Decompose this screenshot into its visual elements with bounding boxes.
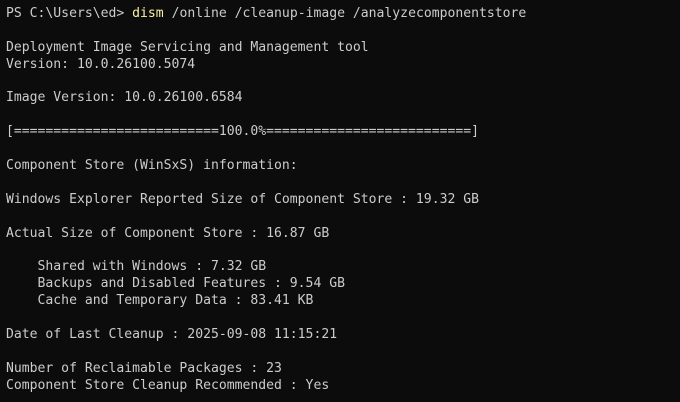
terminal-output: PS C:\Users\ed> dism /online /cleanup-im…	[6, 6, 680, 394]
command-name: dism	[132, 6, 164, 21]
recommended-line: Component Store Cleanup Recommended : Ye…	[6, 377, 330, 393]
shared-size-line: Shared with Windows : 7.32 GB	[6, 259, 267, 275]
explorer-size-line: Windows Explorer Reported Size of Compon…	[6, 191, 479, 207]
cache-size-line: Cache and Temporary Data : 83.41 KB	[6, 293, 314, 309]
terminal-window[interactable]: PS C:\Users\ed> dism /online /cleanup-im…	[0, 0, 680, 402]
backups-size-line: Backups and Disabled Features : 9.54 GB	[6, 276, 345, 292]
prompt-line: PS C:\Users\ed> dism /online /cleanup-im…	[6, 6, 680, 23]
command-args: /online /cleanup-image /analyzecomponent…	[163, 6, 527, 21]
reclaimable-line: Number of Reclaimable Packages : 23	[6, 360, 282, 376]
progress-bar-line: [==========================100.0%=======…	[6, 124, 479, 140]
prompt-path: PS C:\Users\ed>	[6, 6, 133, 21]
store-info-heading: Component Store (WinSxS) information:	[6, 158, 298, 174]
actual-size-line: Actual Size of Component Store : 16.87 G…	[6, 225, 330, 241]
last-cleanup-line: Date of Last Cleanup : 2025-09-08 11:15:…	[6, 326, 338, 342]
tool-name-line: Deployment Image Servicing and Managemen…	[6, 39, 369, 55]
version-line: Version: 10.0.26100.5074	[6, 56, 196, 72]
image-version-line: Image Version: 10.0.26100.6584	[6, 90, 243, 106]
